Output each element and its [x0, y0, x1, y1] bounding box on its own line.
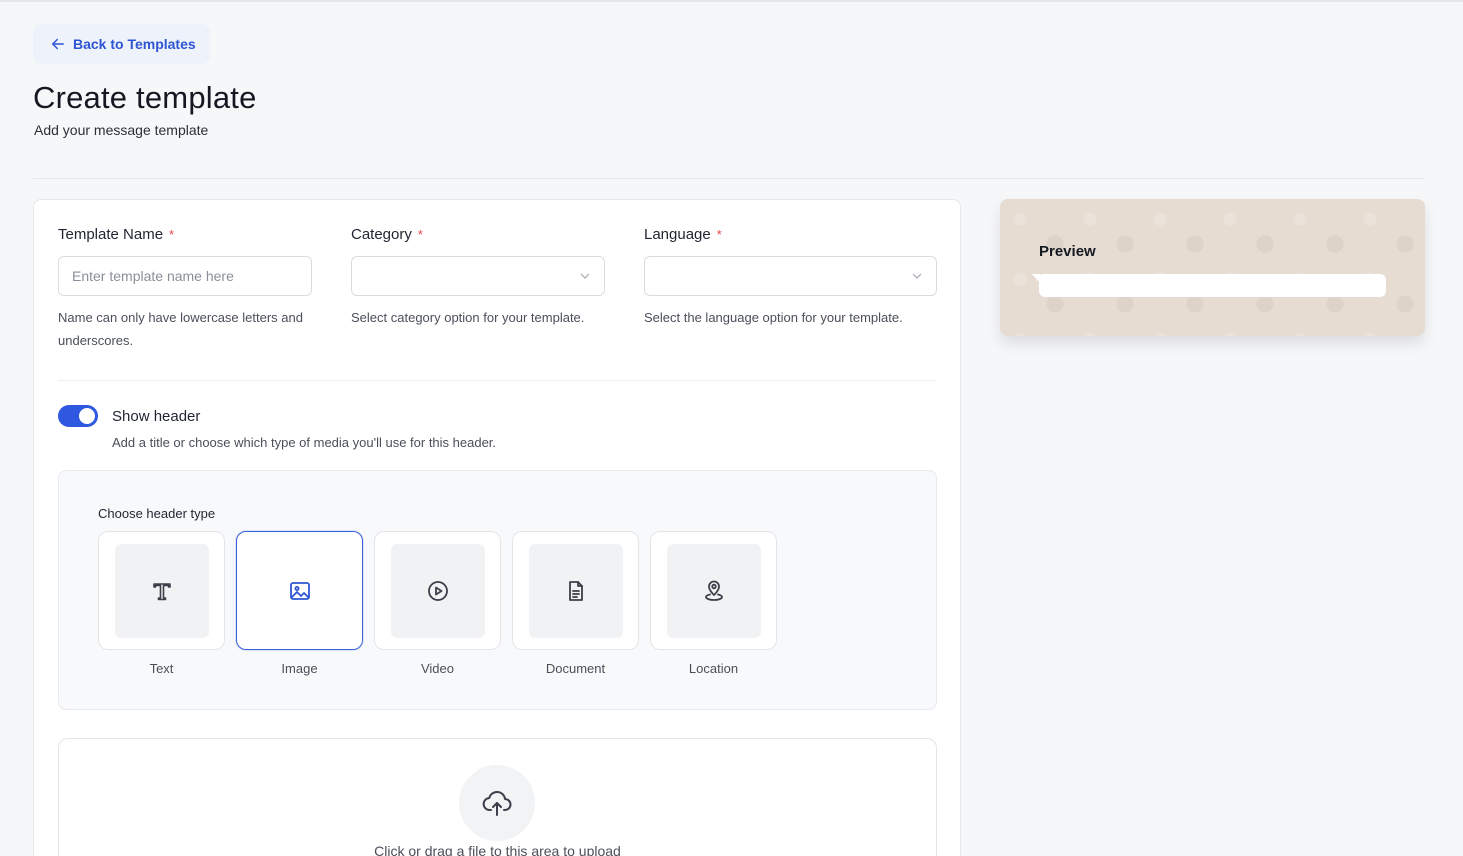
required-mark: *	[169, 226, 175, 242]
preview-message-bubble	[1032, 274, 1386, 297]
upload-instructions: Click or drag a file to this area to upl…	[374, 843, 621, 856]
language-select[interactable]	[644, 256, 937, 296]
header-type-document-button[interactable]	[512, 531, 639, 650]
header-type-label: Text	[149, 661, 174, 676]
back-button-label: Back to Templates	[73, 36, 196, 52]
divider	[33, 178, 1425, 179]
choose-header-type-label: Choose header type	[98, 506, 216, 521]
header-type-video-button[interactable]	[374, 531, 501, 650]
template-name-placeholder: Enter template name here	[72, 268, 234, 284]
preview-panel: Preview	[1000, 199, 1425, 336]
image-icon	[289, 581, 310, 600]
header-type-label: Image	[281, 661, 318, 676]
show-header-help: Add a title or choose which type of medi…	[112, 435, 497, 450]
cloud-upload-icon	[482, 790, 512, 816]
page-subtitle: Add your message template	[34, 122, 209, 138]
header-type-text: Text	[98, 531, 225, 676]
template-name-input[interactable]: Enter template name here	[58, 256, 312, 296]
header-type-text-button[interactable]	[98, 531, 225, 650]
header-type-video: Video	[374, 531, 501, 676]
category-select[interactable]	[351, 256, 605, 296]
category-help: Select category option for your template…	[351, 310, 585, 325]
chevron-down-icon	[912, 273, 922, 279]
toggle-knob	[79, 408, 95, 424]
template-name-label: Template Name	[58, 225, 164, 243]
preview-title: Preview	[1039, 243, 1096, 260]
template-form-card: Template Name * Enter template name here…	[33, 199, 961, 856]
show-header-toggle[interactable]	[58, 405, 98, 427]
header-type-image: Image	[236, 531, 363, 676]
header-type-location-button[interactable]	[650, 531, 777, 650]
header-type-label: Document	[545, 661, 606, 676]
language-label: Language	[644, 225, 711, 243]
upload-button[interactable]	[459, 765, 535, 841]
template-name-field: Template Name * Enter template name here…	[58, 224, 312, 352]
text-icon	[152, 582, 171, 600]
divider	[58, 380, 936, 381]
category-field: Category * Select category option for yo…	[351, 224, 605, 329]
arrow-left-icon	[52, 38, 64, 50]
chevron-down-icon	[580, 273, 590, 279]
header-type-image-button[interactable]	[236, 531, 363, 650]
template-name-help: Name can only have lowercase letters and…	[58, 310, 303, 348]
language-field: Language * Select the language option fo…	[644, 224, 937, 329]
page-title: Create template	[33, 80, 257, 115]
file-upload-dropzone[interactable]: Click or drag a file to this area to upl…	[58, 738, 937, 856]
language-help: Select the language option for your temp…	[644, 310, 903, 325]
location-pin-icon	[704, 580, 723, 601]
show-header-label: Show header	[112, 408, 201, 425]
video-play-icon	[427, 580, 448, 601]
header-type-document: Document	[512, 531, 639, 676]
required-mark: *	[417, 226, 423, 242]
header-type-location: Location	[650, 531, 777, 676]
required-mark: *	[716, 226, 722, 242]
header-type-panel: Choose header type Text Image Video Docu…	[58, 470, 937, 710]
category-label: Category	[351, 225, 412, 243]
header-type-label: Location	[688, 661, 739, 676]
back-to-templates-button[interactable]: Back to Templates	[33, 24, 210, 64]
document-icon	[568, 580, 583, 601]
header-type-label: Video	[420, 661, 454, 676]
